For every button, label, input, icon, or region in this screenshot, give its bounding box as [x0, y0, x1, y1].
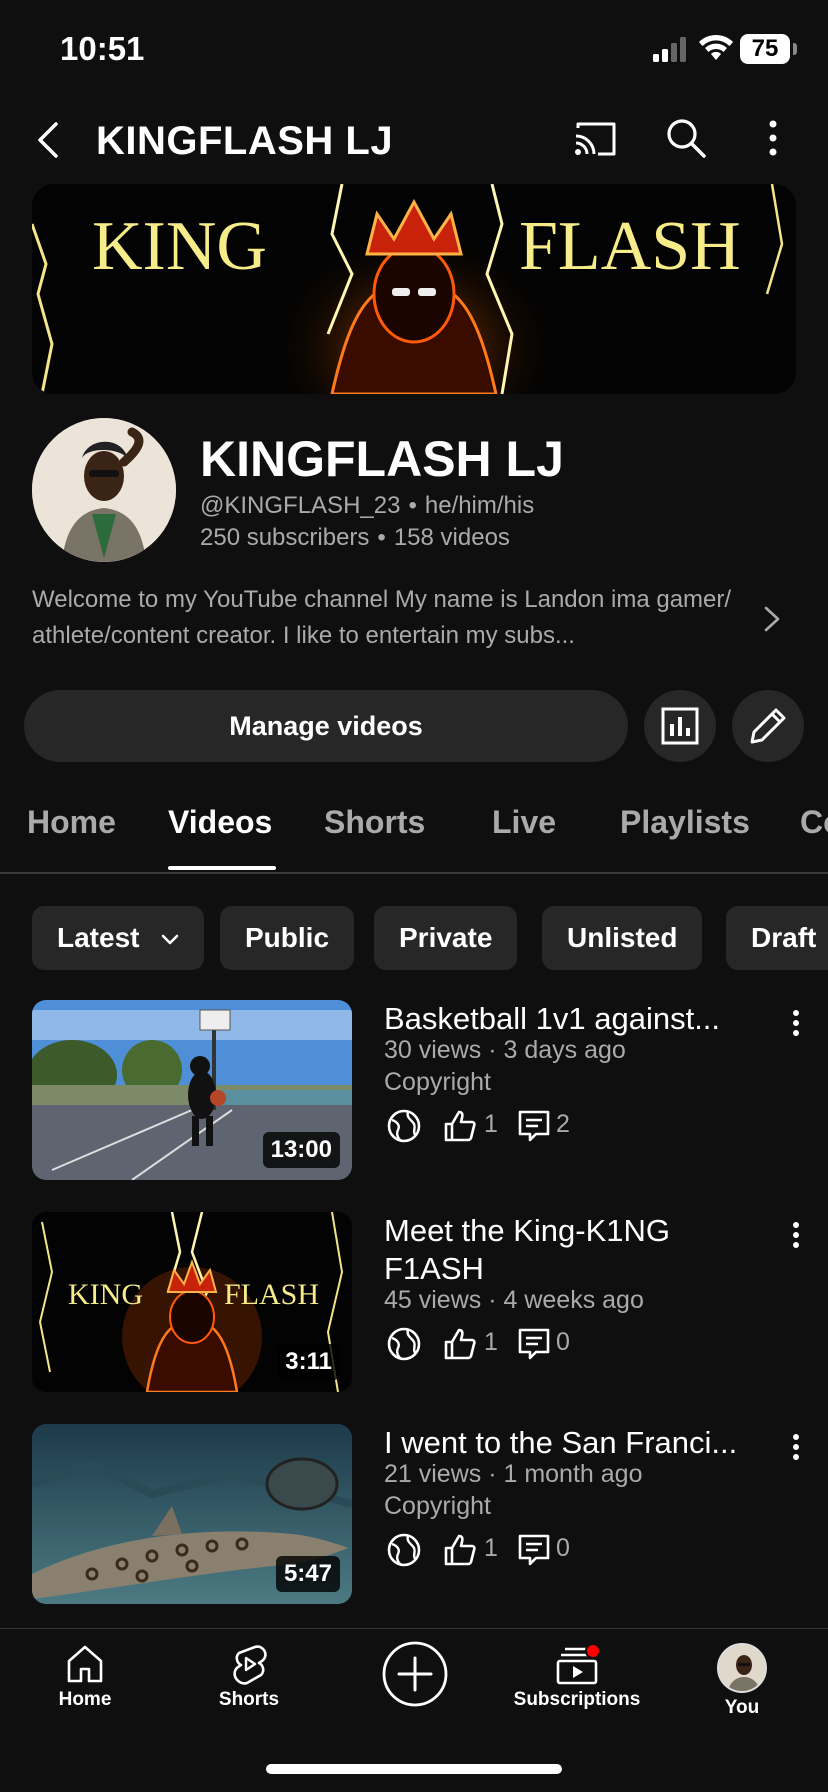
globe-public-icon — [387, 1327, 421, 1361]
comment-count: 0 — [556, 1328, 570, 1356]
video-restriction: Copyright — [384, 1492, 491, 1520]
chip-public[interactable]: Public — [220, 906, 355, 970]
like-count: 1 — [484, 1534, 498, 1562]
video-thumbnail[interactable]: 5:47 — [32, 1424, 352, 1604]
banner-art: KING FLASH — [32, 184, 796, 394]
status-bar: 10:51 75 — [0, 0, 828, 100]
thumbs-up-icon — [444, 1110, 476, 1142]
banner-word-left: KING — [92, 208, 267, 285]
thumbs-up-icon — [444, 1328, 476, 1360]
thumb-word-right: FLASH — [224, 1278, 319, 1311]
chip-unlisted[interactable]: Unlisted — [542, 906, 703, 970]
channel-name: KINGFLASH LJ — [200, 431, 564, 487]
nav-you-label: You — [724, 1697, 760, 1718]
chevron-right-icon[interactable] — [762, 604, 782, 634]
tab-playlists[interactable]: Playlists — [620, 804, 750, 841]
user-avatar — [717, 1643, 767, 1693]
channel-handle: @KINGFLASH_23 — [200, 492, 401, 519]
nav-home-label: Home — [58, 1689, 112, 1710]
notification-dot — [585, 1643, 601, 1659]
pencil-icon — [750, 708, 786, 744]
video-duration: 13:00 — [262, 1132, 340, 1168]
globe-public-icon — [387, 1533, 421, 1567]
tab-videos[interactable]: Videos — [168, 804, 272, 841]
subscriber-count: 250 subscribers — [200, 524, 370, 551]
video-meta: 45 views · 4 weeks ago — [384, 1286, 644, 1314]
more-vert-icon[interactable] — [786, 1220, 806, 1250]
channel-avatar[interactable] — [32, 418, 176, 562]
more-vert-icon[interactable] — [758, 116, 788, 160]
video-meta: 30 views · 3 days ago — [384, 1036, 626, 1064]
comment-icon — [518, 1110, 550, 1142]
chip-sort-latest[interactable]: Latest — [32, 906, 205, 970]
channel-header: KINGFLASH LJ — [0, 100, 828, 184]
video-thumbnail[interactable]: 13:00 — [32, 1000, 352, 1180]
video-title[interactable]: Meet the King-K1NG F1ASH — [384, 1212, 769, 1288]
video-meta: 21 views · 1 month ago — [384, 1460, 643, 1488]
analytics-icon — [661, 707, 699, 745]
tab-live[interactable]: Live — [492, 804, 556, 841]
channel-meta: @KINGFLASH_23 • he/him/his 250 subscribers… — [200, 490, 534, 554]
video-duration: 5:47 — [275, 1556, 340, 1592]
analytics-button[interactable] — [644, 690, 716, 762]
video-count: 158 videos — [393, 524, 510, 551]
banner-word-right: FLASH — [519, 208, 741, 285]
globe-public-icon — [387, 1109, 421, 1143]
comment-icon — [518, 1328, 550, 1360]
video-item[interactable]: 13:00 Basketball 1v1 against... 30 views… — [0, 1000, 828, 1182]
comment-icon — [518, 1534, 550, 1566]
edit-channel-button[interactable] — [732, 690, 804, 762]
meta-separator: • — [377, 524, 386, 551]
chip-label: Latest — [57, 922, 140, 953]
video-title[interactable]: Basketball 1v1 against... — [384, 1000, 769, 1038]
nav-subscriptions[interactable]: Subscriptions — [506, 1643, 648, 1711]
cellular-signal-icon — [653, 37, 686, 62]
shorts-icon — [233, 1645, 267, 1685]
status-time: 10:51 — [60, 30, 145, 67]
video-restriction: Copyright — [384, 1068, 491, 1096]
video-duration: 3:11 — [277, 1344, 340, 1380]
chip-private[interactable]: Private — [374, 906, 518, 970]
battery-indicator: 75 — [740, 34, 797, 64]
nav-you[interactable]: You — [706, 1643, 778, 1719]
nav-shorts-label: Shorts — [218, 1689, 280, 1710]
nav-shorts[interactable]: Shorts — [204, 1643, 294, 1711]
meta-separator: • — [408, 492, 417, 519]
channel-tabs: Home Videos Shorts Live Playlists Co — [0, 780, 828, 874]
home-icon — [67, 1645, 103, 1683]
more-vert-icon[interactable] — [786, 1008, 806, 1038]
channel-description[interactable]: Welcome to my YouTube channel My name is… — [32, 582, 732, 654]
comment-count: 0 — [556, 1534, 570, 1562]
channel-pronouns: he/him/his — [424, 492, 535, 519]
tab-shorts[interactable]: Shorts — [324, 804, 425, 841]
nav-home[interactable]: Home — [40, 1643, 130, 1711]
comment-count: 2 — [556, 1110, 570, 1138]
thumbs-up-icon — [444, 1534, 476, 1566]
cast-icon[interactable] — [572, 118, 618, 162]
channel-banner[interactable]: KING FLASH — [32, 184, 796, 394]
video-item[interactable]: KING FLASH 3:11 Meet the King-K1NG F1ASH… — [0, 1212, 828, 1394]
filter-chips: Latest Public Private Unlisted Draft — [0, 906, 828, 970]
home-indicator[interactable] — [266, 1764, 562, 1774]
tab-home[interactable]: Home — [27, 804, 116, 841]
manage-videos-button[interactable]: Manage videos — [24, 690, 628, 762]
wifi-icon — [699, 34, 733, 60]
page-title: KINGFLASH LJ — [96, 119, 394, 163]
thumb-word-left: KING — [68, 1278, 143, 1311]
nav-subscriptions-label: Subscriptions — [513, 1689, 641, 1710]
back-arrow-icon[interactable] — [30, 118, 70, 162]
tab-community[interactable]: Co — [800, 804, 828, 841]
like-count: 1 — [484, 1110, 498, 1138]
create-plus-icon[interactable] — [382, 1641, 448, 1707]
search-icon[interactable] — [664, 116, 708, 160]
video-title[interactable]: I went to the San Franci... — [384, 1424, 769, 1462]
video-item[interactable]: 5:47 I went to the San Franci... 21 view… — [0, 1424, 828, 1606]
chip-draft[interactable]: Draft — [726, 906, 828, 970]
like-count: 1 — [484, 1328, 498, 1356]
active-tab-indicator — [168, 866, 276, 870]
more-vert-icon[interactable] — [786, 1432, 806, 1462]
chevron-down-icon — [162, 934, 179, 944]
video-thumbnail[interactable]: KING FLASH 3:11 — [32, 1212, 352, 1392]
